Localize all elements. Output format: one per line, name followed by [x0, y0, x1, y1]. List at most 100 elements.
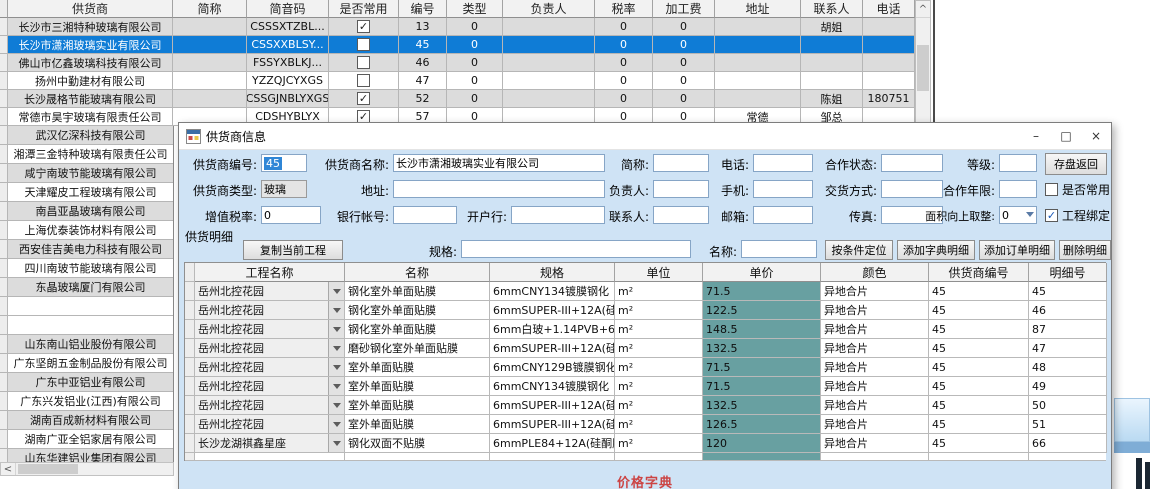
row-selector[interactable] — [185, 434, 195, 453]
short-name-input[interactable] — [653, 154, 709, 172]
cell-supplier-no[interactable]: 45 — [929, 396, 1029, 415]
cell-name[interactable]: 钢化室外单面贴膜 — [345, 320, 490, 339]
cell-color[interactable]: 异地合片 — [821, 377, 929, 396]
cell-detail-no[interactable]: 87 — [1029, 320, 1107, 339]
cell-name[interactable]: 磨砂钢化室外单面贴膜 — [345, 339, 490, 358]
grid-column-header-name[interactable]: 名称 — [345, 263, 490, 282]
grid-row[interactable]: 岳州北控花园室外单面贴膜6mmCNY134镀膜钢化m²71.5异地合片4549 — [185, 377, 1106, 396]
checkbox-icon[interactable]: ✓ — [357, 92, 370, 105]
cell-price[interactable]: 120 — [703, 434, 821, 453]
cell-price[interactable]: 148.5 — [703, 320, 821, 339]
list-item[interactable] — [0, 297, 173, 316]
row-selector[interactable] — [0, 278, 8, 297]
cell-color[interactable]: 异地合片 — [821, 396, 929, 415]
list-item[interactable]: 咸宁南玻节能玻璃有限公司 — [0, 164, 173, 183]
list-item[interactable]: 东晶玻璃厦门有限公司 — [0, 278, 173, 297]
list-item[interactable]: 武汉亿深科技有限公司 — [0, 126, 173, 145]
dialog-titlebar[interactable]: 供货商信息 – □ × — [179, 123, 1111, 150]
chevron-down-icon[interactable] — [328, 282, 344, 300]
name-filter-input[interactable] — [741, 240, 817, 258]
list-item[interactable]: 西安佳吉美电力科技有限公司 — [0, 240, 173, 259]
row-selector[interactable] — [0, 297, 8, 316]
cell-detail-no[interactable]: 46 — [1029, 301, 1107, 320]
cell-project-combobox[interactable]: 岳州北控花园 — [195, 415, 345, 434]
grid-row[interactable] — [185, 453, 1106, 461]
minimize-button[interactable]: – — [1021, 123, 1051, 149]
cell-unit[interactable]: m² — [615, 282, 703, 301]
row-selector[interactable] — [0, 54, 8, 72]
chevron-down-icon[interactable] — [328, 358, 344, 376]
row-selector[interactable] — [0, 259, 8, 278]
row-selector[interactable] — [185, 339, 195, 358]
grid-column-header-supplier-no[interactable]: 供货商编号 — [929, 263, 1029, 282]
supplier-row[interactable]: 长沙晟格节能玻璃有限公司CSSGJNBLYXGS✓52000陈姐180751 — [0, 90, 931, 108]
cell-supplier-no[interactable] — [929, 453, 1029, 461]
cell-name[interactable]: 室外单面贴膜 — [345, 415, 490, 434]
cell-price[interactable]: 132.5 — [703, 339, 821, 358]
grid-row[interactable]: 岳州北控花园钢化室外单面贴膜6mmSUPER-III+12A(硅...m²122… — [185, 301, 1106, 320]
grid-column-header-detail-no[interactable]: 明细号 — [1029, 263, 1107, 282]
checkbox-icon[interactable] — [357, 56, 370, 69]
chevron-down-icon[interactable] — [328, 320, 344, 338]
scrollbar-thumb[interactable] — [18, 464, 78, 474]
chevron-down-icon[interactable] — [328, 415, 344, 433]
chevron-down-icon[interactable] — [1026, 212, 1034, 217]
cell-supplier-no[interactable]: 45 — [929, 282, 1029, 301]
cell-color[interactable]: 异地合片 — [821, 301, 929, 320]
supplier-row[interactable]: 长沙市潇湘玻璃实业有限公司CSSXXBLSY...45000 — [0, 36, 931, 54]
cell-unit[interactable]: m² — [615, 339, 703, 358]
cell-unit[interactable]: m² — [615, 377, 703, 396]
owner-input[interactable] — [653, 180, 709, 198]
cell-detail-no[interactable]: 50 — [1029, 396, 1107, 415]
cell-unit[interactable]: m² — [615, 358, 703, 377]
maximize-button[interactable]: □ — [1051, 123, 1081, 149]
row-selector[interactable] — [0, 164, 8, 183]
row-selector[interactable] — [0, 430, 8, 449]
chevron-down-icon[interactable] — [328, 396, 344, 414]
chevron-down-icon[interactable] — [328, 301, 344, 319]
grid-row[interactable]: 岳州北控花园钢化室外单面贴膜6mm白玻+1.14PVB+6mm...m²148.… — [185, 320, 1106, 339]
row-selector[interactable] — [185, 396, 195, 415]
column-header-type[interactable]: 类型 — [447, 0, 503, 18]
cell-price[interactable]: 71.5 — [703, 282, 821, 301]
list-item[interactable]: 山东南山铝业股份有限公司 — [0, 335, 173, 354]
cell-spec[interactable]: 6mmSUPER-III+12A(硅... — [490, 339, 615, 358]
price-dictionary-label[interactable]: 价格字典 — [184, 472, 1106, 489]
cell-spec[interactable]: 6mmSUPER-III+12A(硅... — [490, 415, 615, 434]
grid-column-header-unit[interactable]: 单位 — [615, 263, 703, 282]
grade-input[interactable] — [999, 154, 1037, 172]
row-selector[interactable] — [0, 335, 8, 354]
cell-supplier-no[interactable]: 45 — [929, 301, 1029, 320]
row-selector[interactable] — [0, 126, 8, 145]
cell-unit[interactable]: m² — [615, 434, 703, 453]
grid-row[interactable]: 岳州北控花园室外单面贴膜6mmSUPER-III+12A(硅...m²132.5… — [185, 396, 1106, 415]
project-bind-checkbox[interactable]: ✓ 工程绑定 — [1045, 206, 1110, 224]
cell-price[interactable]: 122.5 — [703, 301, 821, 320]
supplier-type-input[interactable]: 玻璃 — [261, 180, 307, 198]
grid-row[interactable]: 岳州北控花园钢化室外单面贴膜6mmCNY134镀膜钢化m²71.5异地合片454… — [185, 282, 1106, 301]
column-header-addr[interactable]: 地址 — [715, 0, 801, 18]
column-header-phone[interactable]: 电话 — [863, 0, 915, 18]
supplier-no-input[interactable]: 45 — [261, 154, 307, 172]
row-selector[interactable] — [0, 411, 8, 430]
cell-unit[interactable]: m² — [615, 301, 703, 320]
cell-price[interactable]: 71.5 — [703, 377, 821, 396]
common-use-checkbox[interactable]: 是否常用 — [1045, 180, 1110, 198]
row-selector[interactable] — [0, 202, 8, 221]
column-header-owner[interactable]: 负责人 — [503, 0, 595, 18]
cell-name[interactable]: 室外单面贴膜 — [345, 377, 490, 396]
cell-name[interactable] — [345, 453, 490, 461]
chevron-down-icon[interactable] — [328, 339, 344, 357]
list-item[interactable]: 山东华建铝业集团有限公司 — [0, 449, 173, 462]
grid-row[interactable]: 长沙龙湖祺鑫星座钢化双面不贴膜6mmPLE84+12A(硅酮胶...m²120异… — [185, 434, 1106, 453]
cell-spec[interactable]: 6mmCNY134镀膜钢化 — [490, 377, 615, 396]
cell-name[interactable]: 室外单面贴膜 — [345, 358, 490, 377]
cell-color[interactable]: 异地合片 — [821, 434, 929, 453]
cell-detail-no[interactable]: 47 — [1029, 339, 1107, 358]
row-selector[interactable] — [185, 282, 195, 301]
chevron-down-icon[interactable] — [328, 377, 344, 395]
cell-detail-no[interactable]: 51 — [1029, 415, 1107, 434]
checkbox-icon[interactable] — [357, 38, 370, 51]
column-header-tax[interactable]: 税率 — [595, 0, 653, 18]
grid-column-header-color[interactable]: 颜色 — [821, 263, 929, 282]
